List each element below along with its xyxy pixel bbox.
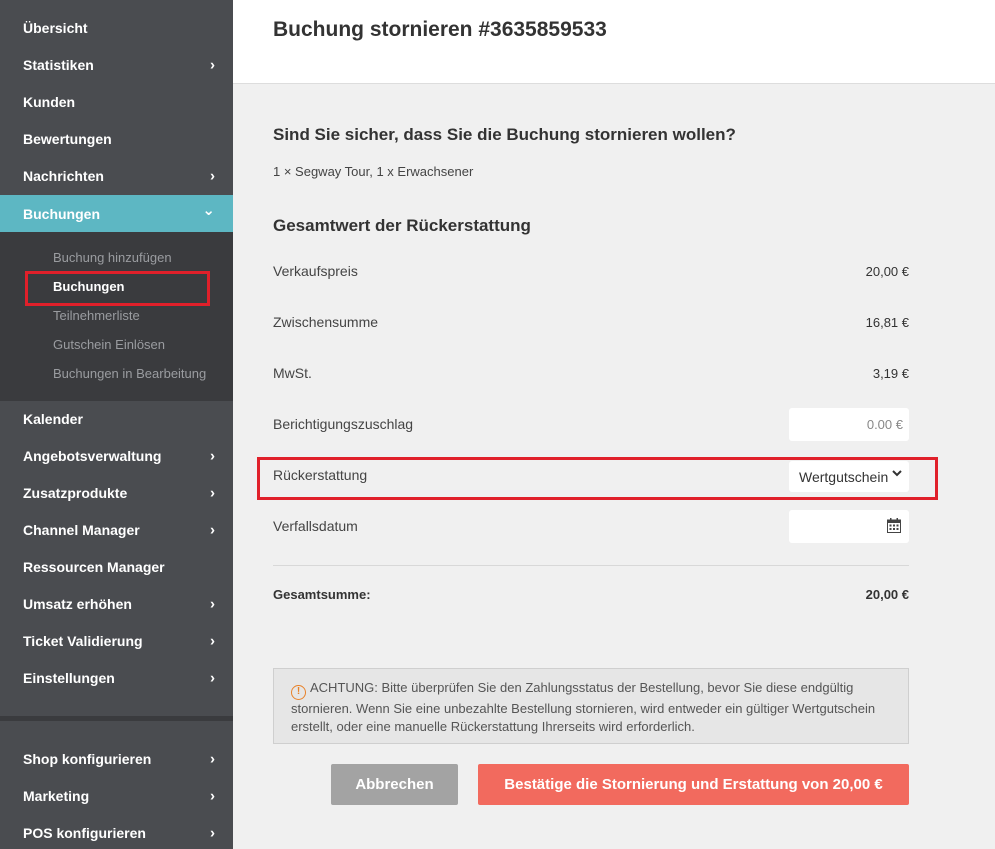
sidebar-item-label: Übersicht [23,19,88,36]
chevron-right-icon: › [210,632,215,649]
cancel-question-heading: Sind Sie sicher, dass Sie die Buchung st… [273,125,736,144]
sidebar-item-label: Nachrichten [23,167,104,184]
cancel-button[interactable]: Abbrechen [331,764,458,805]
sidebar-divider [0,716,233,721]
chevron-right-icon: › [210,56,215,73]
sidebar-item-label: Bewertungen [23,130,112,147]
sidebar-item-label: Statistiken [23,56,94,73]
total-label: Gesamtsumme: [273,587,371,602]
sidebar-item-label: Kalender [23,410,83,427]
subtotal-label: Zwischensumme [273,314,379,330]
sidebar-item-label: Umsatz erhöhen [23,595,132,612]
submenu-item-teilnehmerliste[interactable]: Teilnehmerliste [53,308,140,323]
sidebar-item-ticket-validierung[interactable]: Ticket Validierung › [0,622,233,659]
confirm-cancellation-button[interactable]: Bestätige die Stornierung und Erstattung… [478,764,909,805]
chevron-right-icon: › [210,447,215,464]
sidebar-item-zusatzprodukte[interactable]: Zusatzprodukte › [0,474,233,511]
sidebar-item-uebersicht[interactable]: Übersicht [0,9,233,46]
chevron-right-icon: › [210,824,215,841]
warning-text: ACHTUNG: Bitte überprüfen Sie den Zahlun… [291,680,876,734]
sidebar-item-label: Ressourcen Manager [23,558,165,575]
sidebar: Übersicht Statistiken › Kunden Bewertunge… [0,0,233,849]
sidebar-item-angebotsverwaltung[interactable]: Angebotsverwaltung › [0,437,233,474]
refund-total-heading: Gesamtwert der Rückerstattung [273,216,531,235]
sidebar-item-label: Marketing [23,787,90,804]
sidebar-item-label: POS konfigurieren [23,824,146,841]
sidebar-item-pos-konfigurieren[interactable]: POS konfigurieren › [0,814,233,849]
highlight-box-submenu [25,271,210,306]
sidebar-item-umsatz-erhoehen[interactable]: Umsatz erhöhen › [0,585,233,622]
sidebar-item-label: Zusatzprodukte [23,484,128,501]
sale-price-label: Verkaufspreis [273,263,358,279]
sidebar-item-statistiken[interactable]: Statistiken › [0,46,233,83]
surcharge-label: Berichtigungszuschlag [273,416,414,432]
sidebar-item-label: Shop konfigurieren [23,750,152,767]
sidebar-item-buchungen[interactable]: Buchungen ⌄ [0,195,233,232]
sidebar-item-label: Channel Manager [23,521,140,538]
chevron-right-icon: › [210,669,215,686]
sidebar-item-label: Angebotsverwaltung [23,447,162,464]
chevron-right-icon: › [210,595,215,612]
subtotal-value: 16,81 € [865,315,909,330]
chevron-down-icon: ⌄ [202,201,215,219]
sidebar-item-ressourcen-manager[interactable]: Ressourcen Manager [0,548,233,585]
sale-price-value: 20,00 € [865,264,909,279]
submenu-item-gutschein-einloesen[interactable]: Gutschein Einlösen [53,337,165,352]
calendar-icon[interactable] [887,518,901,533]
sidebar-item-einstellungen[interactable]: Einstellungen › [0,659,233,696]
sidebar-item-shop-konfigurieren[interactable]: Shop konfigurieren › [0,740,233,777]
sidebar-item-label: Ticket Validierung [23,632,143,649]
vat-value: 3,19 € [872,366,909,381]
submenu-item-buchung-hinzufuegen[interactable]: Buchung hinzufügen [53,250,172,265]
expiry-date-input[interactable] [789,510,909,543]
expiry-date-label: Verfallsdatum [273,518,358,534]
highlight-box-refund [257,457,938,500]
chevron-right-icon: › [210,484,215,501]
surcharge-input[interactable]: 0.00 € [789,408,909,441]
sidebar-item-nachrichten[interactable]: Nachrichten › [0,157,233,194]
sidebar-item-label: Buchungen [23,205,100,222]
chevron-right-icon: › [210,167,215,184]
sidebar-item-channel-manager[interactable]: Channel Manager › [0,511,233,548]
total-value: 20,00 € [865,587,909,602]
page-title: Buchung stornieren #3635859533 [273,18,607,41]
sidebar-item-label: Kunden [23,93,76,110]
chevron-right-icon: › [210,787,215,804]
sidebar-item-label: Einstellungen [23,669,115,686]
vat-label: MwSt. [273,365,312,381]
warning-icon: ! [291,685,306,700]
chevron-right-icon: › [210,750,215,767]
booking-line-item: 1 × Segway Tour, 1 x Erwachsener [273,164,474,179]
page-header [233,0,995,84]
total-divider [273,565,909,566]
chevron-right-icon: › [210,521,215,538]
sidebar-submenu-buchungen: Buchung hinzufügen Buchungen Teilnehmerl… [0,232,233,401]
sidebar-item-marketing[interactable]: Marketing › [0,777,233,814]
submenu-item-buchungen-in-bearbeitung[interactable]: Buchungen in Bearbeitung [53,366,206,381]
sidebar-item-kunden[interactable]: Kunden [0,83,233,120]
sidebar-item-kalender[interactable]: Kalender [0,400,233,437]
sidebar-item-bewertungen[interactable]: Bewertungen [0,120,233,157]
warning-box: ! ACHTUNG: Bitte überprüfen Sie den Zahlu… [273,668,909,744]
